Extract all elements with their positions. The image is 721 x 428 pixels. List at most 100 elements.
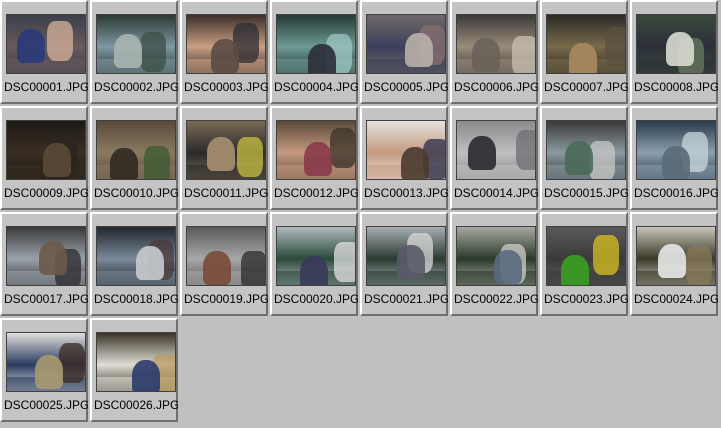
thumbnail-item[interactable]: DSC00025.JPG (0, 318, 88, 422)
thumbnail-item[interactable]: DSC00013.JPG (360, 106, 448, 210)
thumbnail-filename-label: DSC00002.JPG (94, 80, 178, 94)
thumbnail-filename-label: DSC00001.JPG (4, 80, 88, 94)
thumbnail-filename-label: DSC00022.JPG (454, 292, 538, 306)
thumbnail-item[interactable]: DSC00001.JPG (0, 0, 88, 104)
photo-thumbnail-image (636, 120, 716, 180)
thumbnail-item[interactable]: DSC00008.JPG (630, 0, 718, 104)
photo-subject-shape (110, 148, 138, 179)
thumbnail-item[interactable]: DSC00003.JPG (180, 0, 268, 104)
photo-subject-shape (494, 250, 522, 284)
thumbnail-filename-label: DSC00026.JPG (94, 398, 178, 412)
photo-thumbnail-image (546, 226, 626, 286)
photo-background-shape (334, 242, 355, 282)
thumbnail-item[interactable]: DSC00011.JPG (180, 106, 268, 210)
thumbnail-item[interactable]: DSC00014.JPG (450, 106, 538, 210)
thumbnail-item[interactable]: DSC00019.JPG (180, 212, 268, 316)
photo-thumbnail-image (6, 120, 86, 180)
photo-thumbnail-image (546, 120, 626, 180)
thumbnail-filename-label: DSC00017.JPG (4, 292, 88, 306)
thumbnail-filename-label: DSC00016.JPG (634, 186, 718, 200)
photo-thumbnail-image (6, 226, 86, 286)
photo-thumbnail-image (456, 14, 536, 74)
thumbnail-item[interactable]: DSC00026.JPG (90, 318, 178, 422)
thumbnail-item[interactable]: DSC00023.JPG (540, 212, 628, 316)
photo-subject-shape (472, 38, 500, 72)
photo-thumbnail-image (636, 226, 716, 286)
photo-subject-shape (468, 136, 496, 170)
photo-subject-shape (300, 256, 328, 285)
photo-thumbnail-image (366, 226, 446, 286)
photo-thumbnail-image (186, 14, 266, 74)
photo-thumbnail-image (276, 14, 356, 74)
thumbnail-item[interactable]: DSC00024.JPG (630, 212, 718, 316)
thumbnail-filename-label: DSC00006.JPG (454, 80, 538, 94)
thumbnail-filename-label: DSC00014.JPG (454, 186, 538, 200)
photo-subject-shape (17, 29, 45, 63)
thumbnail-filename-label: DSC00018.JPG (94, 292, 178, 306)
thumbnail-filename-label: DSC00019.JPG (184, 292, 268, 306)
thumbnail-filename-label: DSC00005.JPG (364, 80, 448, 94)
thumbnail-filename-label: DSC00008.JPG (634, 80, 718, 94)
photo-subject-shape (666, 32, 694, 66)
photo-subject-shape (304, 142, 332, 176)
photo-thumbnail-image (96, 120, 176, 180)
thumbnail-item[interactable]: DSC00004.JPG (270, 0, 358, 104)
thumbnail-item[interactable]: DSC00018.JPG (90, 212, 178, 316)
thumbnail-filename-label: DSC00024.JPG (634, 292, 718, 306)
photo-subject-shape (308, 44, 336, 73)
photo-background-shape (605, 27, 625, 67)
photo-subject-shape (405, 33, 433, 67)
thumbnail-item[interactable]: DSC00010.JPG (90, 106, 178, 210)
photo-subject-shape (43, 143, 71, 177)
photo-subject-shape (136, 246, 164, 280)
photo-thumbnail-image (186, 226, 266, 286)
thumbnail-filename-label: DSC00021.JPG (364, 292, 448, 306)
photo-subject-shape (114, 34, 142, 68)
photo-subject-shape (35, 355, 63, 389)
thumbnail-filename-label: DSC00009.JPG (4, 186, 88, 200)
photo-background-shape (237, 137, 263, 177)
photo-background-shape (593, 235, 619, 275)
photo-background-shape (516, 130, 535, 170)
thumbnail-item[interactable]: DSC00012.JPG (270, 106, 358, 210)
thumbnail-item[interactable]: DSC00009.JPG (0, 106, 88, 210)
photo-background-shape (144, 146, 170, 179)
thumbnail-item[interactable]: DSC00005.JPG (360, 0, 448, 104)
photo-subject-shape (658, 244, 686, 278)
photo-thumbnail-image (366, 14, 446, 74)
photo-thumbnail-image (456, 120, 536, 180)
thumbnail-item[interactable]: DSC00022.JPG (450, 212, 538, 316)
thumbnail-filename-label: DSC00003.JPG (184, 80, 268, 94)
thumbnail-filename-label: DSC00015.JPG (544, 186, 628, 200)
thumbnail-filename-label: DSC00004.JPG (274, 80, 358, 94)
photo-background-shape (140, 32, 166, 72)
photo-background-shape (47, 21, 73, 61)
thumbnail-item[interactable]: DSC00007.JPG (540, 0, 628, 104)
thumbnail-item[interactable]: DSC00020.JPG (270, 212, 358, 316)
photo-subject-shape (132, 360, 160, 391)
thumbnail-item[interactable]: DSC00006.JPG (450, 0, 538, 104)
photo-thumbnail-image (276, 120, 356, 180)
photo-thumbnail-image (96, 332, 176, 392)
photo-thumbnail-image (96, 226, 176, 286)
thumbnail-grid: DSC00001.JPG DSC00002.JPG DSC00003.JPG DSC0… (0, 0, 721, 428)
photo-thumbnail-image (96, 14, 176, 74)
photo-thumbnail-image (186, 120, 266, 180)
photo-subject-shape (39, 241, 67, 275)
photo-subject-shape (662, 146, 690, 179)
thumbnail-item[interactable]: DSC00017.JPG (0, 212, 88, 316)
thumbnail-filename-label: DSC00013.JPG (364, 186, 448, 200)
thumbnail-item[interactable]: DSC00016.JPG (630, 106, 718, 210)
photo-thumbnail-image (276, 226, 356, 286)
photo-thumbnail-image (456, 226, 536, 286)
photo-subject-shape (565, 141, 593, 175)
thumbnail-item[interactable]: DSC00021.JPG (360, 212, 448, 316)
thumbnail-item[interactable]: DSC00015.JPG (540, 106, 628, 210)
photo-background-shape (512, 36, 535, 73)
photo-subject-shape (203, 251, 231, 285)
photo-thumbnail-image (546, 14, 626, 74)
photo-subject-shape (401, 147, 429, 179)
photo-background-shape (686, 246, 712, 285)
thumbnail-item[interactable]: DSC00002.JPG (90, 0, 178, 104)
photo-subject-shape (569, 43, 597, 73)
